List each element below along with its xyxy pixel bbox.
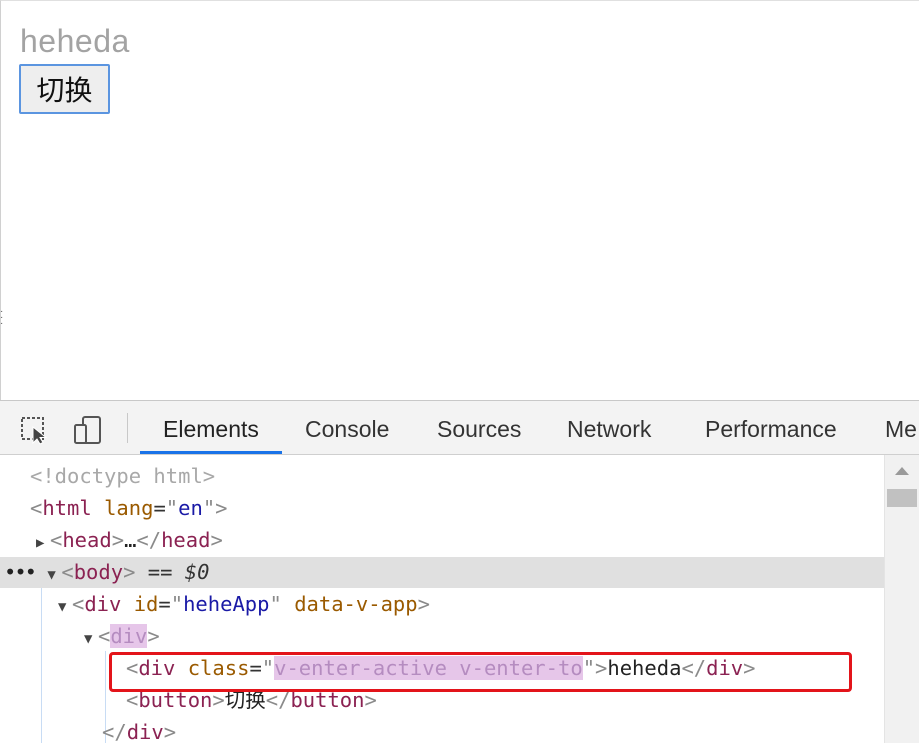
selected-node-marker: == $0 (147, 560, 210, 584)
expand-triangle-icon[interactable]: ▶ (36, 528, 50, 559)
tab-network[interactable]: Network (567, 401, 651, 455)
elements-scrollbar[interactable] (884, 455, 919, 743)
tag-name-highlighted: div (110, 624, 148, 648)
tab-more[interactable]: Me (885, 401, 917, 455)
tag-name: div (84, 592, 122, 616)
tab-elements[interactable]: Elements (163, 401, 259, 455)
page-viewport: heheda 切换 (0, 0, 919, 400)
annotation-highlight-box (109, 652, 852, 692)
tag-name: head (161, 528, 211, 552)
toggle-button[interactable]: 切换 (19, 64, 110, 114)
device-toolbar-icon[interactable] (73, 415, 103, 445)
scroll-up-arrow-icon[interactable] (895, 467, 909, 475)
collapse-triangle-icon[interactable]: ▼ (47, 560, 61, 591)
resize-handle[interactable]: · · · (0, 307, 3, 329)
attr-value: heheApp (183, 592, 270, 616)
tab-console[interactable]: Console (305, 401, 389, 455)
attr-name: lang (104, 496, 154, 520)
tag-name: body (73, 560, 124, 584)
dom-node-html[interactable]: <html lang="en"> (0, 493, 884, 524)
tag-name: div (126, 720, 164, 744)
dom-node-body-selected[interactable]: ••• ▼ <body> == $0 (0, 557, 884, 588)
attr-name: id (133, 592, 159, 616)
node-actions-icon[interactable]: ••• (4, 560, 37, 584)
tab-sources[interactable]: Sources (437, 401, 521, 455)
active-tab-indicator (140, 451, 282, 454)
dom-node-app-div[interactable]: ▼ <div id="heheApp" data-v-app> (0, 589, 884, 620)
tab-performance[interactable]: Performance (705, 401, 837, 455)
toolbar-divider (127, 413, 128, 443)
collapsed-ellipsis[interactable]: … (124, 528, 136, 552)
dom-node-wrapper-div[interactable]: ▼ <div> (0, 621, 884, 652)
tag-name: head (62, 528, 112, 552)
collapse-triangle-icon[interactable]: ▼ (84, 624, 98, 655)
dom-node-head[interactable]: ▶ <head>…</head> (0, 525, 884, 556)
dom-node-doctype[interactable]: <!doctype html> (0, 461, 884, 492)
collapse-triangle-icon[interactable]: ▼ (58, 592, 72, 623)
attr-name: data-v-app (294, 592, 418, 616)
dom-node-wrapper-close[interactable]: </div> (0, 717, 884, 748)
heheda-text: heheda (20, 23, 130, 59)
scrollbar-thumb[interactable] (887, 489, 917, 507)
doctype-text: <!doctype html> (30, 464, 216, 488)
tag-name: html (42, 496, 92, 520)
attr-value: en (178, 496, 203, 520)
devtools-toolbar: Elements Console Sources Network Perform… (0, 401, 919, 455)
elements-tree: <!doctype html> <html lang="en"> ▶ <head>… (0, 455, 884, 744)
inspect-element-icon[interactable] (20, 415, 50, 445)
